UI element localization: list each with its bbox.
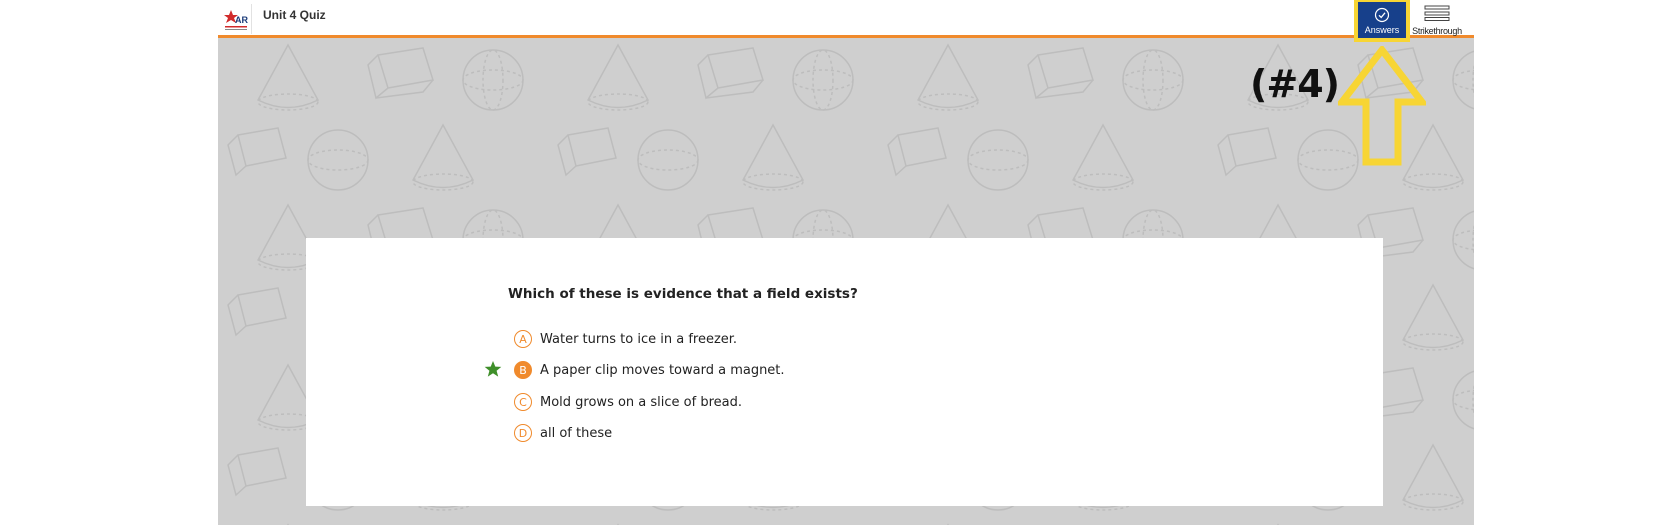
strikethrough-icon [1424,5,1450,21]
quiz-app: AR Unit 4 Quiz Answers Strikethrough (#4… [218,0,1474,525]
option-letter-b: B [514,361,532,379]
question-card: Which of these is evidence that a field … [306,238,1383,506]
page-title: Unit 4 Quiz [263,8,326,22]
option-letter-a: A [514,330,532,348]
option-text-d: all of these [540,425,613,441]
answer-option-a[interactable]: A Water turns to ice in a freezer. [514,328,737,350]
answers-label: Answers [1364,25,1400,35]
star-logo-icon: AR [224,10,248,30]
option-text-a: Water turns to ice in a freezer. [540,331,738,347]
header-divider [251,4,252,34]
star-icon [484,361,502,377]
option-letter-c: C [514,393,532,411]
option-text-b: A paper clip moves toward a magnet. [540,362,785,378]
strikethrough-label: Strikethrough [1412,26,1462,36]
question-text: Which of these is evidence that a field … [508,286,858,302]
answer-option-b[interactable]: B A paper clip moves toward a magnet. [514,359,785,381]
option-letter-d: D [514,424,532,442]
answers-button[interactable]: Answers [1354,0,1410,42]
top-header: AR Unit 4 Quiz Answers Strikethrough [218,0,1474,42]
answer-option-d[interactable]: D all of these [514,422,612,444]
annotation-callout: (#4) [1250,62,1340,106]
annotation-arrow-icon [1338,46,1426,166]
option-text-c: Mold grows on a slice of bread. [540,394,742,410]
svg-text:AR: AR [235,15,248,25]
strikethrough-button[interactable]: Strikethrough [1410,2,1464,38]
answer-option-c[interactable]: C Mold grows on a slice of bread. [514,391,742,413]
check-circle-icon [1374,7,1390,23]
